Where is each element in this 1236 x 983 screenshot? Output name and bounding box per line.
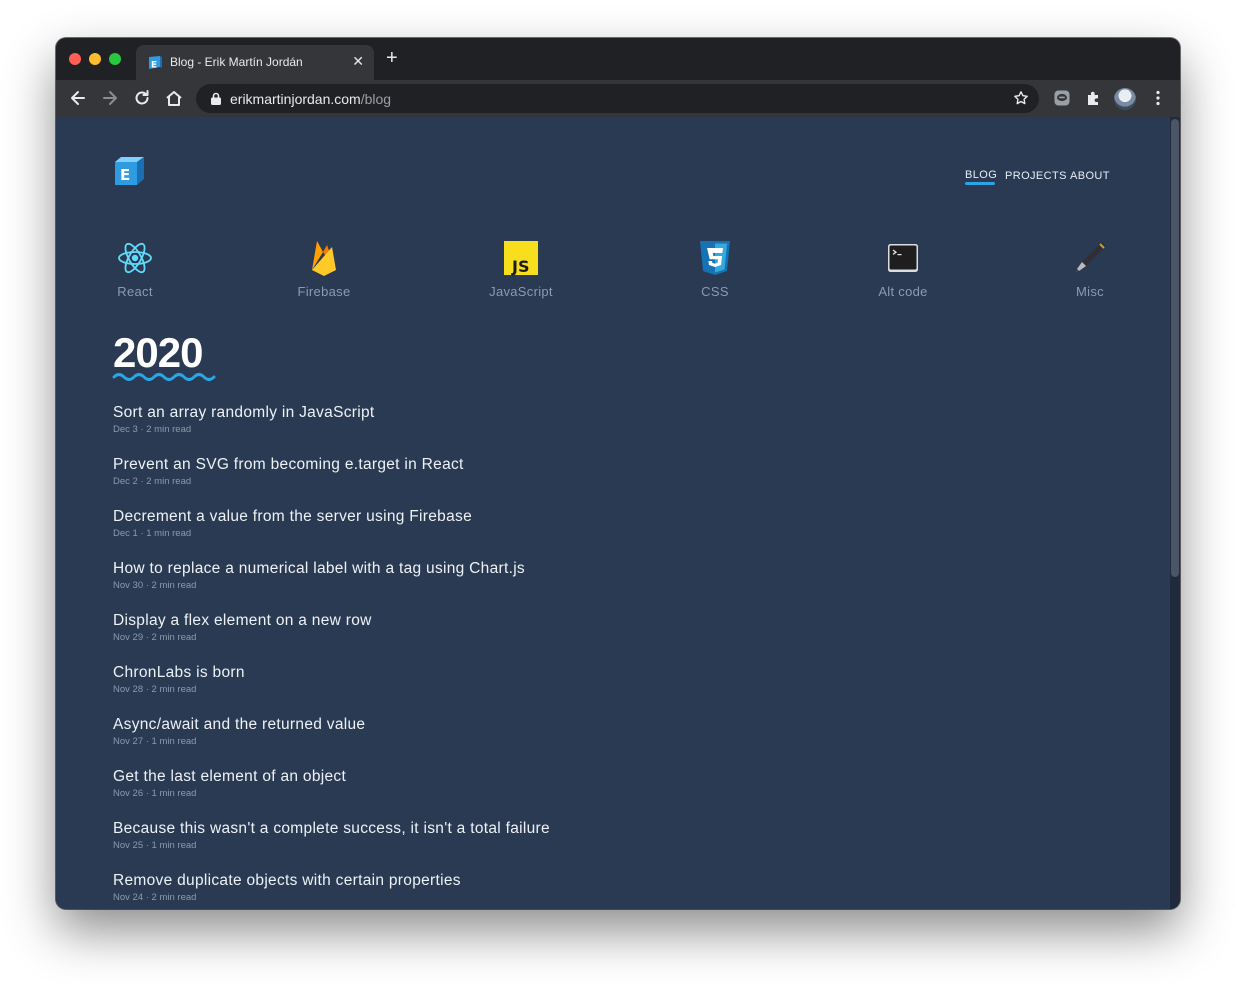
post-meta: Dec 1 · 1 min read [113,528,192,539]
post-title[interactable]: ChronLabs is born [113,663,1013,683]
favicon-letter: E [151,61,157,71]
post-title[interactable]: Prevent an SVG from becoming e.target in… [113,455,1013,475]
site-logo[interactable]: E [113,155,145,187]
css-icon [700,241,730,275]
post-item[interactable]: Remove duplicate objects with certain pr… [113,871,1013,909]
logo-letter: E [120,166,130,184]
svg-text:JS: JS [511,257,529,276]
post-item[interactable]: Display a flex element on a new row Nov … [113,611,1013,663]
post-item[interactable]: Prevent an SVG from becoming e.target in… [113,455,1013,507]
bookmark-star-icon[interactable] [1013,90,1029,106]
post-meta: Nov 27 · 1 min read [113,736,197,747]
site-favicon-icon: E [149,56,162,71]
firebase-icon [312,241,336,276]
extensions-puzzle-icon[interactable] [1084,88,1104,108]
tab-strip: E Blog - Erik Martín Jordán ✕ + [56,38,1180,80]
lock-icon [211,92,221,105]
maximize-window-button[interactable] [109,53,121,65]
browser-window: E Blog - Erik Martín Jordán ✕ + erikmart… [56,38,1180,909]
post-meta: Dec 3 · 2 min read [113,424,192,435]
category-firebase[interactable]: Firebase [284,239,364,299]
category-label: JavaScript [489,284,553,299]
post-title[interactable]: Because this wasn't a complete success, … [113,819,1013,839]
category-css[interactable]: CSS [675,239,755,299]
category-label: Alt code [878,284,928,299]
nav-projects[interactable]: PROJECTS [1005,170,1067,182]
pen-icon [1075,242,1106,273]
post-meta: Dec 2 · 2 min read [113,476,192,487]
category-react[interactable]: React [95,239,175,299]
category-label: Misc [1076,284,1104,299]
profile-avatar[interactable] [1114,88,1136,110]
wavy-underline [112,373,216,381]
nav-about[interactable]: ABOUT [1070,170,1110,182]
reload-icon[interactable] [132,88,152,108]
post-list: Sort an array randomly in JavaScript Dec… [113,403,1013,909]
new-tab-button[interactable]: + [386,48,398,68]
url-host: erikmartinjordan.com [230,91,361,107]
post-item[interactable]: Get the last element of an object Nov 26… [113,767,1013,819]
address-bar[interactable]: erikmartinjordan.com/blog [196,84,1039,113]
active-tab[interactable]: E Blog - Erik Martín Jordán ✕ [136,45,374,80]
category-misc[interactable]: Misc [1050,239,1130,299]
post-title[interactable]: How to replace a numerical label with a … [113,559,1013,579]
tab-title: Blog - Erik Martín Jordán [170,55,303,69]
post-title[interactable]: Decrement a value from the server using … [113,507,1013,527]
post-item[interactable]: ChronLabs is born Nov 28 · 2 min read [113,663,1013,715]
category-label: CSS [701,284,729,299]
kebab-menu-icon[interactable] [1148,88,1168,108]
page-viewport[interactable]: E BLOG PROJECTS ABOUT React Firebase JS … [56,117,1180,909]
nav-blog[interactable]: BLOG [965,169,997,181]
terminal-icon [888,244,918,272]
post-meta: Nov 25 · 1 min read [113,840,197,851]
back-arrow-icon[interactable] [68,88,88,108]
post-item[interactable]: Because this wasn't a complete success, … [113,819,1013,871]
browser-toolbar: erikmartinjordan.com/blog [56,80,1180,117]
close-window-button[interactable] [69,53,81,65]
post-meta: Nov 29 · 2 min read [113,632,197,643]
post-title[interactable]: Async/await and the returned value [113,715,1013,735]
url-path: /blog [360,91,392,107]
post-title[interactable]: Remove duplicate objects with certain pr… [113,871,1013,891]
year-heading: 2020 [113,329,203,376]
javascript-icon: JS [504,241,538,276]
post-title[interactable]: Display a flex element on a new row [113,611,1013,631]
home-icon[interactable] [164,88,184,108]
tab-close-icon[interactable]: ✕ [352,53,364,70]
minimize-window-button[interactable] [89,53,101,65]
extension-chat-icon[interactable] [1052,88,1072,108]
post-item[interactable]: Sort an array randomly in JavaScript Dec… [113,403,1013,455]
react-icon [118,242,152,274]
category-label: Firebase [297,284,351,299]
post-item[interactable]: Async/await and the returned value Nov 2… [113,715,1013,767]
post-item[interactable]: Decrement a value from the server using … [113,507,1013,559]
post-meta: Nov 28 · 2 min read [113,684,197,695]
category-javascript[interactable]: JS JavaScript [481,239,561,299]
post-item[interactable]: How to replace a numerical label with a … [113,559,1013,611]
url-text: erikmartinjordan.com/blog [230,91,391,107]
post-meta: Nov 26 · 1 min read [113,788,197,799]
nav-active-underline [965,182,995,185]
post-meta: Nov 24 · 2 min read [113,892,197,903]
scrollbar-thumb[interactable] [1171,119,1179,577]
category-label: React [117,284,153,299]
post-title[interactable]: Get the last element of an object [113,767,1013,787]
category-alt-code[interactable]: Alt code [863,239,943,299]
post-meta: Nov 30 · 2 min read [113,580,197,591]
scrollbar-track[interactable] [1170,117,1180,909]
forward-arrow-icon[interactable] [100,88,120,108]
post-title[interactable]: Sort an array randomly in JavaScript [113,403,1013,423]
